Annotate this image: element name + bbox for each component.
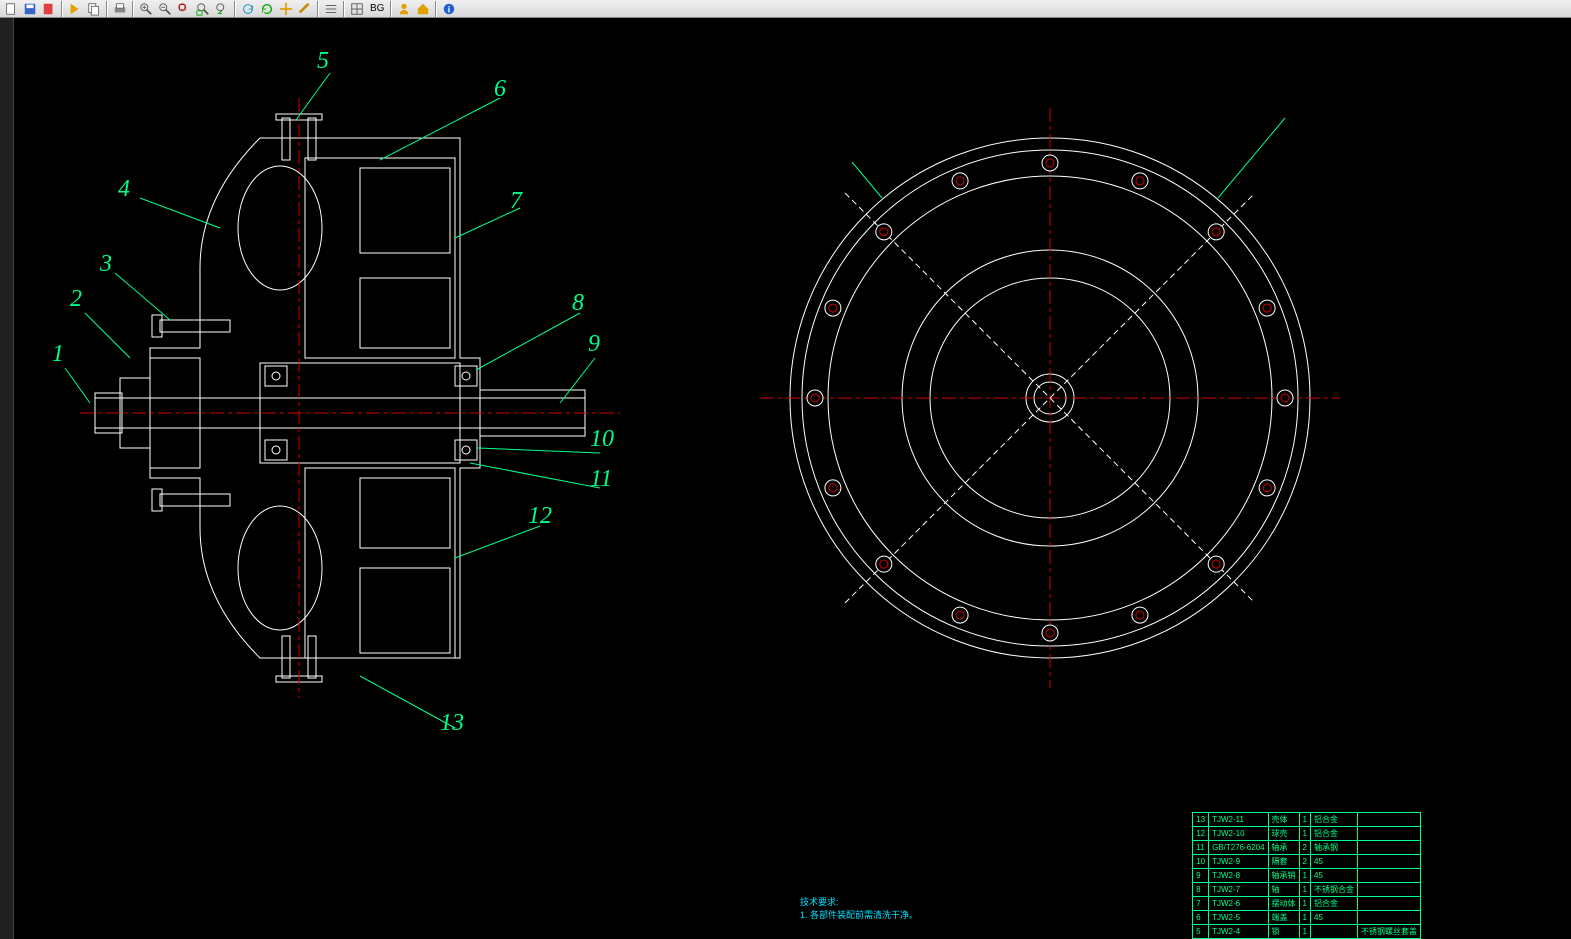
user-icon[interactable]	[395, 1, 413, 17]
zoom-out-icon[interactable]	[156, 1, 174, 17]
table-row: 10TJW2-9隔套245	[1193, 855, 1421, 869]
bg-toggle[interactable]: BG	[367, 3, 387, 14]
pan-icon[interactable]	[277, 1, 295, 17]
measure-icon[interactable]	[296, 1, 314, 17]
tech-notes: 技术要求: 1. 各部件装配前需清洗干净。	[800, 895, 918, 921]
vertical-ruler	[0, 18, 14, 939]
table-row: 7TJW2-6摆动体1铝合金	[1193, 897, 1421, 911]
table-row: 9TJW2-8轴承销145	[1193, 869, 1421, 883]
grid-icon[interactable]	[348, 1, 366, 17]
list-icon[interactable]	[322, 1, 340, 17]
table-row: 12TJW2-10球壳1铝合金	[1193, 827, 1421, 841]
zoom-window-icon[interactable]	[194, 1, 212, 17]
rotate-icon[interactable]	[239, 1, 257, 17]
save-icon[interactable]	[21, 1, 39, 17]
toolbar-separator	[106, 1, 108, 17]
table-row: 13TJW2-11壳体1铝合金	[1193, 813, 1421, 827]
zoom-back-icon[interactable]	[213, 1, 231, 17]
info-icon[interactable]: i	[440, 1, 458, 17]
toolbar-separator	[61, 1, 63, 17]
flange-view	[740, 88, 1360, 708]
main-toolbar: BG i	[0, 0, 1571, 18]
drawing-canvas[interactable]: 1 2 3 4 5 6 7 8 9 10 11 12 13	[0, 18, 1571, 939]
refresh-icon[interactable]	[258, 1, 276, 17]
parts-table: 13TJW2-11壳体1铝合金12TJW2-10球壳1铝合金11GB/T276-…	[1192, 812, 1421, 939]
section-view	[60, 58, 680, 758]
zoom-fit-icon[interactable]	[175, 1, 193, 17]
table-row: 6TJW2-5端盖145	[1193, 911, 1421, 925]
table-row: 11GB/T276-6204轴承2轴承钢	[1193, 841, 1421, 855]
copy-icon[interactable]	[85, 1, 103, 17]
home-icon[interactable]	[414, 1, 432, 17]
zoom-in-icon[interactable]	[137, 1, 155, 17]
toolbar-separator	[343, 1, 345, 17]
run-arrow-icon[interactable]	[66, 1, 84, 17]
new-icon[interactable]	[2, 1, 20, 17]
open-red-icon[interactable]	[40, 1, 58, 17]
toolbar-separator	[435, 1, 437, 17]
table-row: 5TJW2-4锁1不锈钢螺丝套盖	[1193, 925, 1421, 939]
svg-text:i: i	[448, 4, 450, 14]
toolbar-separator	[132, 1, 134, 17]
table-row: 8TJW2-7轴1不锈钢合金	[1193, 883, 1421, 897]
toolbar-separator	[234, 1, 236, 17]
toolbar-separator	[390, 1, 392, 17]
toolbar-separator	[317, 1, 319, 17]
notes-line1: 1. 各部件装配前需清洗干净。	[800, 908, 918, 921]
notes-title: 技术要求:	[800, 895, 918, 908]
print-icon[interactable]	[111, 1, 129, 17]
